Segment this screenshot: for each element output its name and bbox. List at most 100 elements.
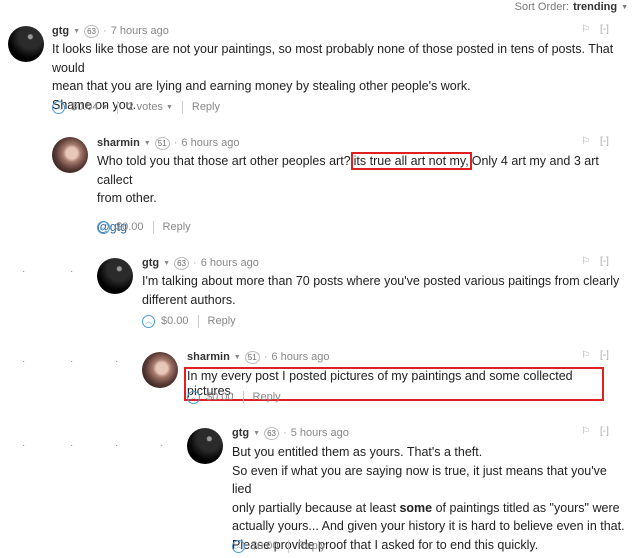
comment-meta: sharmin ▼ 51 · 6 hours ago [187,350,330,364]
avatar[interactable] [142,352,178,388]
divider [181,100,183,114]
thread-indent-dot: · [70,440,74,451]
author-name[interactable]: gtg [142,257,159,269]
thread-indent-dot: · [22,266,26,277]
author-name[interactable]: sharmin [97,137,140,149]
reply-link[interactable]: Reply [298,540,326,552]
thread-indent-dot: · [22,356,26,367]
chevron-down-icon[interactable]: ▼ [144,140,151,147]
thread-indent-dot: · [70,356,74,367]
reputation-badge: 63 [84,24,100,38]
comment-meta: gtg ▼ 63 · 6 hours ago [142,256,259,270]
chevron-down-icon[interactable]: ▼ [234,354,241,361]
upvote-icon[interactable]: ︿ [52,100,65,114]
chevron-down-icon[interactable]: ▼ [102,104,109,111]
author-name[interactable]: sharmin [187,351,230,363]
comment-actions: ︿ $0.00 Reply [187,389,281,405]
payout-value[interactable]: $0.04 [71,101,99,113]
payout-value[interactable]: $0.00 [116,221,144,233]
comment-text-line: So even if what you are saying now is tr… [232,463,607,497]
thread-indent-dot: · [115,440,119,451]
chevron-down-icon[interactable]: ▼ [166,104,173,111]
reply-link[interactable]: Reply [192,101,220,113]
comment-actions: ︿ $0.00 Reply [97,219,191,235]
chevron-down-icon[interactable]: ▼ [253,430,260,437]
flag-icon[interactable]: ⚐ [581,426,590,437]
payout-value[interactable]: $0.00 [206,391,234,403]
thread-indent-dot: · [115,356,119,367]
timestamp[interactable]: 7 hours ago [111,25,169,37]
comment-controls: ⚐ [-] [581,136,609,147]
reply-link[interactable]: Reply [163,221,191,233]
thread-indent-dot: · [160,440,164,451]
reputation-badge: 63 [174,256,190,270]
timestamp[interactable]: 5 hours ago [291,427,349,439]
upvote-icon[interactable]: ︿ [232,539,245,553]
payout-value[interactable]: $0.00 [251,540,279,552]
comment-actions: ︿ $0.00 Reply [232,538,326,554]
divider [197,314,199,328]
comment-text-line: mean that you are lying and earning mone… [52,79,471,93]
flag-icon[interactable]: ⚐ [581,256,590,267]
sort-order-value[interactable]: trending [573,1,617,13]
comment-text-line: different authors. [142,292,236,307]
upvote-icon[interactable]: ︿ [142,314,155,328]
avatar[interactable] [187,428,223,464]
author-name[interactable]: gtg [232,427,249,439]
comment-meta: sharmin ▼ 51 · 6 hours ago [97,136,240,150]
separator-dot: · [263,351,268,363]
separator-dot: · [193,257,197,269]
flag-icon[interactable]: ⚐ [581,136,590,147]
chevron-down-icon[interactable]: ▼ [163,260,170,267]
flag-icon[interactable]: ⚐ [581,24,590,35]
reply-link[interactable]: Reply [208,315,236,327]
votes-count[interactable]: 2 votes [127,101,162,113]
comment-text-line: It looks like those are not your paintin… [52,42,614,75]
separator-dot: · [283,427,287,439]
upvote-icon[interactable]: ︿ [187,390,200,404]
collapse-button[interactable]: [-] [600,24,609,35]
collapse-button[interactable]: [-] [600,350,609,361]
comment-body: I'm talking about more than 70 posts whe… [142,272,622,309]
divider [117,100,119,114]
comment-controls: ⚐ [-] [581,256,609,267]
timestamp[interactable]: 6 hours ago [201,257,259,269]
highlighted-text: its true all art not my, [350,152,472,170]
comment-controls: ⚐ [-] [581,24,609,35]
comment-controls: ⚐ [-] [581,426,609,437]
sort-order-label: Sort Order: [514,1,570,13]
author-name[interactable]: gtg [52,25,69,37]
chevron-down-icon[interactable]: ▼ [73,28,80,35]
separator-dot: · [173,137,178,149]
comment-text-line: I'm talking about more than 70 posts whe… [142,274,620,288]
flag-icon[interactable]: ⚐ [581,350,590,361]
comment-actions: ︿ $0.00 Reply [142,313,236,329]
payout-value[interactable]: $0.00 [161,315,189,327]
comment-text: only partially because at least [232,500,400,515]
comment-meta: gtg ▼ 63 · 5 hours ago [232,426,349,440]
avatar[interactable] [97,258,133,294]
reply-link[interactable]: Reply [253,391,281,403]
upvote-icon[interactable]: ︿ [97,220,110,234]
comment-controls: ⚐ [-] [581,350,609,361]
separator-dot: · [103,25,107,37]
sort-order[interactable]: Sort Order: trending ▼ [515,0,628,14]
divider [152,220,154,234]
reputation-badge: 51 [244,350,260,364]
timestamp[interactable]: 6 hours ago [181,137,239,149]
bold-text: some [399,500,433,515]
collapse-button[interactable]: [-] [600,426,609,437]
collapse-button[interactable]: [-] [600,136,609,147]
comment-text-line: Who told you that those art other people… [97,152,627,189]
chevron-down-icon[interactable]: ▼ [621,4,628,11]
comment-meta: gtg ▼ 63 · 7 hours ago [52,24,169,38]
avatar[interactable] [8,26,44,62]
timestamp[interactable]: 6 hours ago [271,351,329,363]
comment-text: Who told you that those art other people… [97,154,351,168]
avatar[interactable] [52,137,88,173]
comment-text: of paintings titled as "yours" were [432,500,620,515]
collapse-button[interactable]: [-] [600,256,609,267]
divider [287,539,289,553]
comment-text-line: actually yours... And given your history… [232,519,625,533]
reputation-badge: 51 [154,136,170,150]
